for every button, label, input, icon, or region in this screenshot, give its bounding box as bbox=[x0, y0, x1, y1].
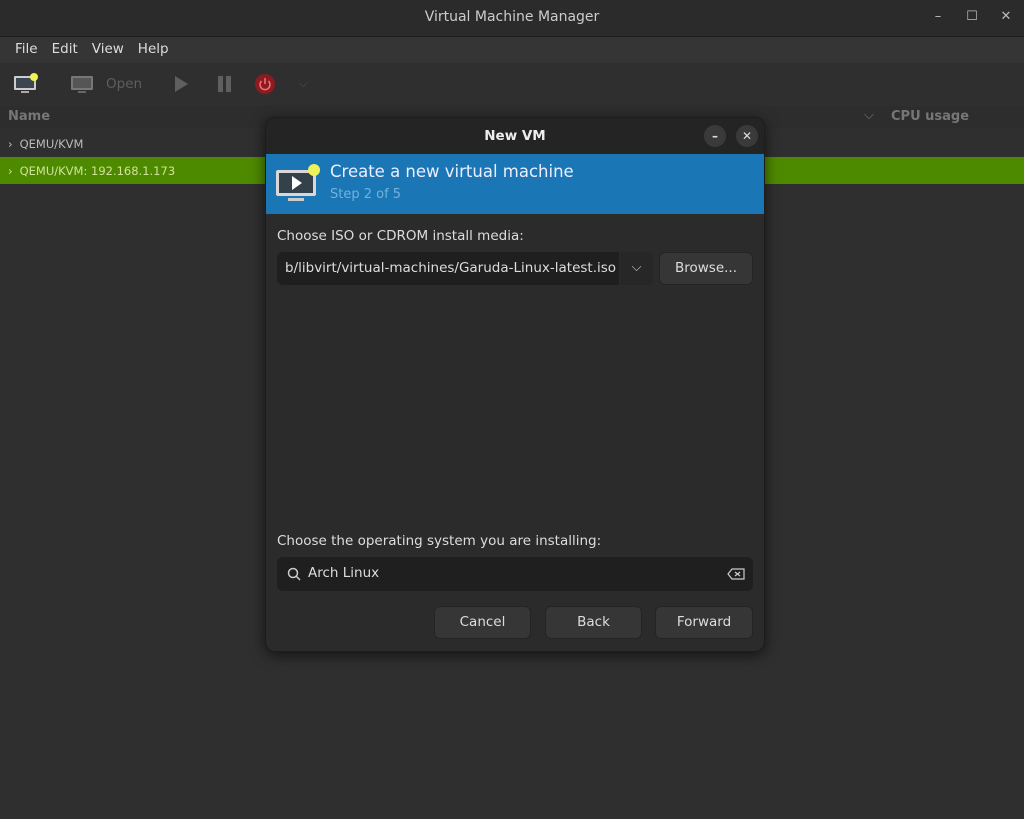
window-title: Virtual Machine Manager bbox=[0, 9, 1024, 25]
cancel-button[interactable]: Cancel bbox=[434, 606, 531, 639]
toolbar: Open ⌵ bbox=[0, 63, 1024, 105]
os-label: Choose the operating system you are inst… bbox=[277, 533, 601, 549]
column-cpu-usage[interactable]: CPU usage bbox=[891, 109, 969, 124]
new-vm-button[interactable] bbox=[13, 71, 39, 97]
install-media-combo[interactable]: b/libvirt/virtual-machines/Garuda-Linux-… bbox=[277, 252, 653, 285]
monitor-icon bbox=[70, 73, 96, 95]
power-icon bbox=[255, 74, 275, 94]
open-button[interactable]: Open bbox=[70, 71, 142, 97]
shutdown-menu-chevron-icon[interactable]: ⌵ bbox=[299, 71, 307, 97]
dialog-close-button[interactable]: ✕ bbox=[736, 125, 758, 147]
open-label: Open bbox=[106, 76, 142, 92]
expander-icon[interactable]: › bbox=[8, 137, 13, 151]
minimize-button[interactable]: – bbox=[928, 9, 948, 24]
maximize-button[interactable]: ☐ bbox=[962, 9, 982, 24]
dialog-title-bar: New VM – ✕ bbox=[266, 118, 764, 154]
dialog-minimize-button[interactable]: – bbox=[704, 125, 726, 147]
menu-help[interactable]: Help bbox=[131, 37, 176, 63]
close-button[interactable]: ✕ bbox=[996, 9, 1016, 24]
install-media-label: Choose ISO or CDROM install media: bbox=[277, 228, 524, 244]
dialog-title: New VM bbox=[484, 128, 546, 144]
clear-icon[interactable] bbox=[727, 568, 745, 580]
forward-button[interactable]: Forward bbox=[655, 606, 753, 639]
install-media-input[interactable]: b/libvirt/virtual-machines/Garuda-Linux-… bbox=[277, 252, 619, 285]
browse-button[interactable]: Browse... bbox=[659, 252, 753, 285]
play-icon bbox=[172, 75, 190, 93]
connection-label: QEMU/KVM bbox=[20, 137, 84, 151]
expander-icon[interactable]: › bbox=[8, 164, 13, 178]
menu-file[interactable]: File bbox=[8, 37, 45, 63]
shutdown-button[interactable] bbox=[255, 71, 275, 97]
pause-button[interactable] bbox=[216, 71, 234, 97]
connection-label: QEMU/KVM: 192.168.1.173 bbox=[20, 164, 176, 178]
search-icon bbox=[287, 567, 301, 581]
wizard-heading: Create a new virtual machine bbox=[330, 162, 574, 181]
wizard-banner: Create a new virtual machine Step 2 of 5 bbox=[266, 154, 764, 214]
menu-bar: File Edit View Help bbox=[0, 37, 1024, 63]
new-vm-icon bbox=[274, 162, 322, 204]
column-chevron-icon[interactable]: ⌵ bbox=[864, 108, 874, 123]
back-button[interactable]: Back bbox=[545, 606, 642, 639]
run-button[interactable] bbox=[172, 71, 190, 97]
chevron-down-icon[interactable]: ⌵ bbox=[619, 252, 653, 285]
new-vm-icon bbox=[13, 73, 39, 95]
os-search-field[interactable]: Arch Linux bbox=[277, 557, 753, 591]
column-name[interactable]: Name bbox=[8, 109, 50, 124]
os-search-input[interactable]: Arch Linux bbox=[308, 565, 379, 581]
wizard-step: Step 2 of 5 bbox=[330, 187, 401, 202]
menu-edit[interactable]: Edit bbox=[45, 37, 85, 63]
title-bar: Virtual Machine Manager – ☐ ✕ bbox=[0, 0, 1024, 37]
new-vm-dialog: New VM – ✕ Create a new virtual machine … bbox=[265, 117, 765, 652]
pause-icon bbox=[216, 75, 234, 93]
menu-view[interactable]: View bbox=[85, 37, 131, 63]
